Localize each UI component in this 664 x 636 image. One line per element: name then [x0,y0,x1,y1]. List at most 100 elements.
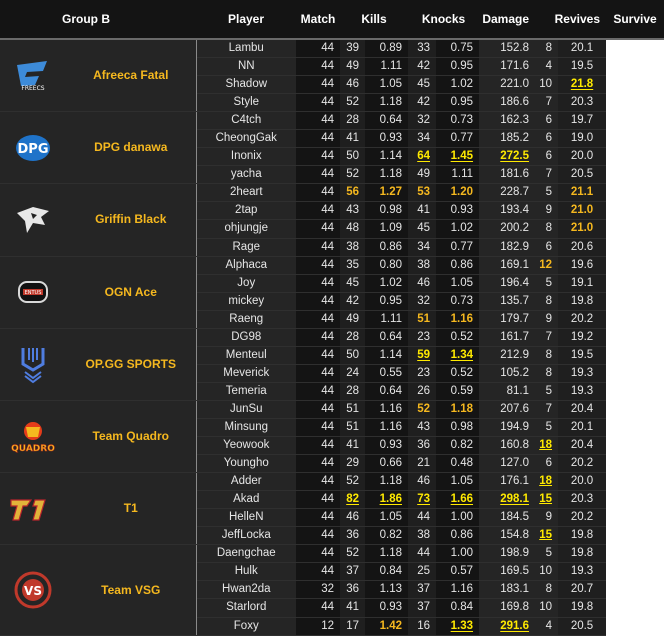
stat-kpg: 1.02 [365,274,408,293]
stat-dpg: 5 [535,183,559,203]
player-name: C4tch [196,111,296,131]
stat-kpg: 1.42 [365,617,408,636]
stat-kills: 52 [340,472,365,492]
header-revives: Revives [535,0,607,40]
player-name: yacha [196,165,296,185]
player-name: Menteul [196,346,296,365]
stat-knocks: 51 [408,310,436,329]
highlighted-value: 52 [417,402,430,415]
table-row: VS Team VSG Daengchae 44 52 1.18 44 1.00 198.9 5 1… [0,544,664,636]
player-name: 2tap [196,201,296,221]
stat-match: 44 [296,490,340,510]
t1-logo [0,494,66,524]
stat-dpg: 10 [535,598,559,618]
player-name: Hwan2da [196,580,296,600]
stat-dpg: 9 [535,508,559,528]
table-row: FREECS Afreeca Fatal Lambu 44 39 0.89 33 0.75 15… [0,38,664,113]
highlighted-value: 1.27 [379,186,402,199]
stat-revives: 19.8 [558,544,607,564]
stat-knocks: 16 [408,617,436,636]
stat-match: 44 [296,75,340,95]
stat-knpg: 0.98 [436,418,480,438]
stat-damage: 193.4 [479,201,536,221]
stat-revives: 19.6 [558,255,607,275]
stat-damage: 179.7 [479,310,536,329]
header-damage: Damage [479,0,536,40]
stat-kpg: 0.80 [365,255,408,275]
stat-revives: 19.3 [558,382,607,401]
stat-damage: 81.1 [479,382,536,401]
stat-kills: 28 [340,111,365,131]
stat-kpg: 1.11 [365,57,408,77]
stat-kpg: 1.09 [365,219,408,239]
stat-kpg: 1.18 [365,165,408,185]
stat-knpg: 1.16 [436,310,480,329]
stat-revives: 20.1 [558,418,607,438]
player-name: Shadow [196,75,296,95]
stat-dpg: 5 [535,418,559,438]
stat-kills: 82 [340,490,365,510]
stat-kills: 37 [340,562,365,582]
stat-knpg: 0.73 [436,292,480,311]
header-kills: Kills [340,0,408,40]
stat-match: 44 [296,165,340,185]
player-name: Starlord [196,598,296,618]
stat-match: 44 [296,57,340,77]
stat-knpg: 0.95 [436,57,480,77]
stat-dpg: 8 [535,292,559,311]
stat-knpg: 0.82 [436,436,480,456]
afreeca-freecs-logo: FREECS [0,59,66,93]
stat-revives: 20.2 [558,310,607,329]
stat-revives: 21.0 [558,201,607,221]
stat-dpg: 10 [535,75,559,95]
player-name: Youngho [196,454,296,474]
stat-kpg: 1.14 [365,147,408,167]
stat-knocks: 43 [408,418,436,438]
highlighted-value: 64 [417,150,430,163]
team-cell: Griffin Black [0,183,197,257]
stat-revives: 19.3 [558,364,607,383]
stat-dpg: 6 [535,454,559,474]
team-cell: DPG DPG danawa [0,111,197,185]
stat-damage: 298.1 [479,490,536,510]
dpg-logo: DPG [0,131,66,165]
stat-damage: 169.5 [479,562,536,582]
stat-kpg: 0.64 [365,327,408,347]
header-knocks: Knocks [408,0,480,40]
stat-knocks: 32 [408,292,436,311]
stat-knpg: 1.45 [436,147,480,167]
stat-damage: 185.2 [479,129,536,149]
stat-kills: 52 [340,93,365,113]
header-survive: Survive [606,0,664,40]
stat-kpg: 0.82 [365,526,408,546]
stat-match: 44 [296,147,340,167]
stat-revives: 20.1 [558,38,607,59]
stat-kills: 49 [340,57,365,77]
player-name: JunSu [196,399,296,419]
highlighted-value: 272.5 [500,150,530,163]
stat-damage: 228.7 [479,183,536,203]
stat-kills: 24 [340,364,365,383]
team-name: Team VSG [101,582,161,597]
stat-knocks: 26 [408,382,436,401]
stat-revives: 19.7 [558,111,607,131]
stat-match: 44 [296,219,340,239]
player-name: Joy [196,274,296,293]
stat-revives: 19.8 [558,526,607,546]
stat-kills: 51 [340,399,365,419]
stat-kpg: 0.64 [365,382,408,401]
stat-kills: 43 [340,201,365,221]
stat-dpg: 18 [535,436,559,456]
player-name: Foxy [196,617,296,636]
highlighted-value: 53 [417,186,430,199]
stat-damage: 183.1 [479,580,536,600]
highlighted-value: 1.16 [450,312,474,325]
stat-kpg: 1.16 [365,418,408,438]
stat-damage: 221.0 [479,75,536,95]
stat-match: 44 [296,472,340,492]
stat-kills: 41 [340,598,365,618]
stat-revives: 19.2 [558,327,607,347]
table-row: T1 Adder 44 52 1.18 46 1.05 176.1 18 20.0 [0,472,664,546]
stat-knpg: 1.05 [436,274,480,293]
player-name: Daengchae [196,544,296,564]
